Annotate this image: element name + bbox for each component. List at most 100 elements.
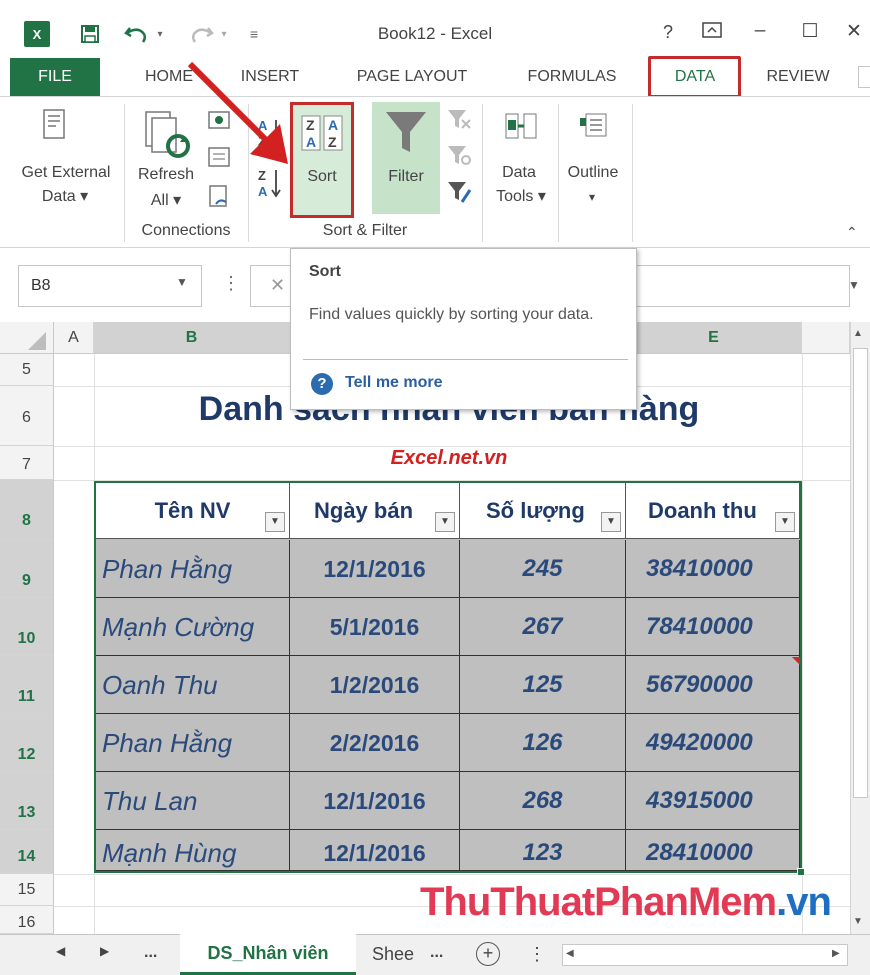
table-cell-date[interactable]: 12/1/2016 [290,830,460,871]
table-cell-name[interactable]: Oanh Thu [96,656,290,714]
customize-qat-icon[interactable]: ≡ [246,22,262,46]
row-header[interactable]: 10 [0,598,54,656]
table-header-qty[interactable]: Số lượng ▼ [460,483,626,539]
more-sheets-right[interactable]: ... [430,944,443,962]
column-header-b[interactable]: B [94,322,290,354]
table-cell-qty[interactable]: 123 [460,830,626,871]
save-icon[interactable] [78,22,102,46]
undo-icon[interactable] [122,22,152,46]
get-external-data-label-2[interactable]: Data ▾ [30,186,100,208]
horizontal-scrollbar[interactable] [562,944,848,966]
row-header[interactable]: 16 [0,906,54,934]
table-cell-revenue[interactable]: 56790000 [626,656,800,714]
close-icon[interactable]: ✕ [840,20,868,43]
row-header[interactable]: 8 [0,480,54,540]
tab-review[interactable]: REVIEW [756,58,840,96]
outline-label[interactable]: Outline [558,162,628,184]
expand-formula-bar-icon[interactable]: ▼ [848,278,860,292]
filter-dropdown-icon[interactable]: ▼ [775,512,795,532]
row-header[interactable]: 9 [0,540,54,598]
row-header[interactable]: 13 [0,772,54,830]
table-cell-revenue[interactable]: 78410000 [626,598,800,656]
column-header-e[interactable]: E [626,322,802,354]
help-icon: ? [311,373,333,395]
cancel-formula-icon[interactable]: ✕ [270,275,285,296]
table-cell-name[interactable]: Mạnh Hùng [96,830,290,871]
refresh-all-label-2[interactable]: All ▾ [138,190,194,212]
tab-formulas[interactable]: FORMULAS [512,58,632,96]
table-cell-revenue[interactable]: 43915000 [626,772,800,830]
data-tools-label[interactable]: Data [488,162,550,184]
table-cell-revenue[interactable]: 38410000 [626,540,800,598]
outline-dropdown-icon[interactable]: ▾ [582,186,602,208]
advanced-filter-icon[interactable] [446,180,472,206]
select-all-corner[interactable] [0,322,54,354]
row-header[interactable]: 7 [0,446,54,480]
table-cell-name[interactable]: Phan Hằng [96,540,290,598]
vertical-scroll-thumb[interactable] [853,348,868,798]
tab-split-grip-icon[interactable]: ⋮ [528,944,546,965]
table-cell-date[interactable]: 5/1/2016 [290,598,460,656]
redo-icon[interactable] [186,22,216,46]
table-cell-name[interactable]: Mạnh Cường [96,598,290,656]
table-header-name[interactable]: Tên NV ▼ [96,483,290,539]
table-cell-name[interactable]: Phan Hằng [96,714,290,772]
tab-overflow[interactable] [858,66,870,88]
tell-me-more-link[interactable]: Tell me more [345,374,443,392]
sheet-tab-next[interactable]: Shee [372,944,414,965]
column-header-a[interactable]: A [54,322,94,354]
table-cell-qty[interactable]: 125 [460,656,626,714]
get-external-data-label[interactable]: Get External [12,162,120,184]
more-sheets-left[interactable]: ... [144,944,157,962]
tab-file[interactable]: FILE [10,58,100,96]
filter-dropdown-icon[interactable]: ▼ [435,512,455,532]
table-cell-date[interactable]: 1/2/2016 [290,656,460,714]
table-cell-name[interactable]: Thu Lan [96,772,290,830]
minimize-icon[interactable]: – [746,20,774,42]
scroll-up-icon[interactable]: ▲ [853,328,863,339]
table-cell-date[interactable]: 2/2/2016 [290,714,460,772]
table-cell-qty[interactable]: 268 [460,772,626,830]
column-header-f[interactable] [802,322,850,354]
ribbon-separator [632,104,633,242]
table-cell-revenue[interactable]: 49420000 [626,714,800,772]
ribbon-display-options-icon[interactable] [698,20,726,46]
table-cell-date[interactable]: 12/1/2016 [290,772,460,830]
edit-links-icon[interactable] [206,184,232,210]
new-sheet-icon[interactable]: + [476,942,500,966]
data-tools-label-2[interactable]: Tools ▾ [486,186,556,208]
row-header[interactable]: 15 [0,874,54,906]
undo-dropdown-icon[interactable]: ▾ [154,22,166,46]
row-header[interactable]: 6 [0,386,54,446]
filter-dropdown-icon[interactable]: ▼ [601,512,621,532]
table-cell-revenue[interactable]: 28410000 [626,830,800,871]
fill-handle[interactable] [797,868,805,876]
name-box[interactable]: B8 [18,265,202,307]
maximize-icon[interactable]: ☐ [796,20,824,43]
row-header[interactable]: 5 [0,354,54,386]
table-cell-qty[interactable]: 245 [460,540,626,598]
scroll-down-icon[interactable]: ▼ [853,916,863,927]
scroll-left-icon[interactable]: ◀ [566,948,574,959]
scroll-right-icon[interactable]: ▶ [832,948,840,959]
table-cell-date[interactable]: 12/1/2016 [290,540,460,598]
table-header-date[interactable]: Ngày bán ▼ [290,483,460,539]
table-cell-qty[interactable]: 267 [460,598,626,656]
filter-dropdown-icon[interactable]: ▼ [265,512,285,532]
row-header[interactable]: 11 [0,656,54,714]
gridline [802,354,803,934]
sheet-tab-active[interactable]: DS_Nhân viên [180,934,356,975]
tab-page-layout[interactable]: PAGE LAYOUT [340,58,484,96]
name-box-dropdown-icon[interactable]: ▼ [176,275,188,289]
tab-data[interactable]: DATA [655,58,735,96]
table-header-revenue[interactable]: Doanh thu ▼ [626,483,800,539]
row-header[interactable]: 12 [0,714,54,772]
sheet-subtitle[interactable]: Excel.net.vn [96,447,802,470]
scroll-sheets-right-icon[interactable]: ▶ [100,944,109,958]
table-cell-qty[interactable]: 126 [460,714,626,772]
help-button[interactable]: ? [654,22,682,43]
header-label: Doanh thu [648,498,757,523]
scroll-sheets-left-icon[interactable]: ◀ [56,944,65,958]
row-header[interactable]: 14 [0,830,54,874]
collapse-ribbon-icon[interactable]: ⌃ [846,224,858,241]
